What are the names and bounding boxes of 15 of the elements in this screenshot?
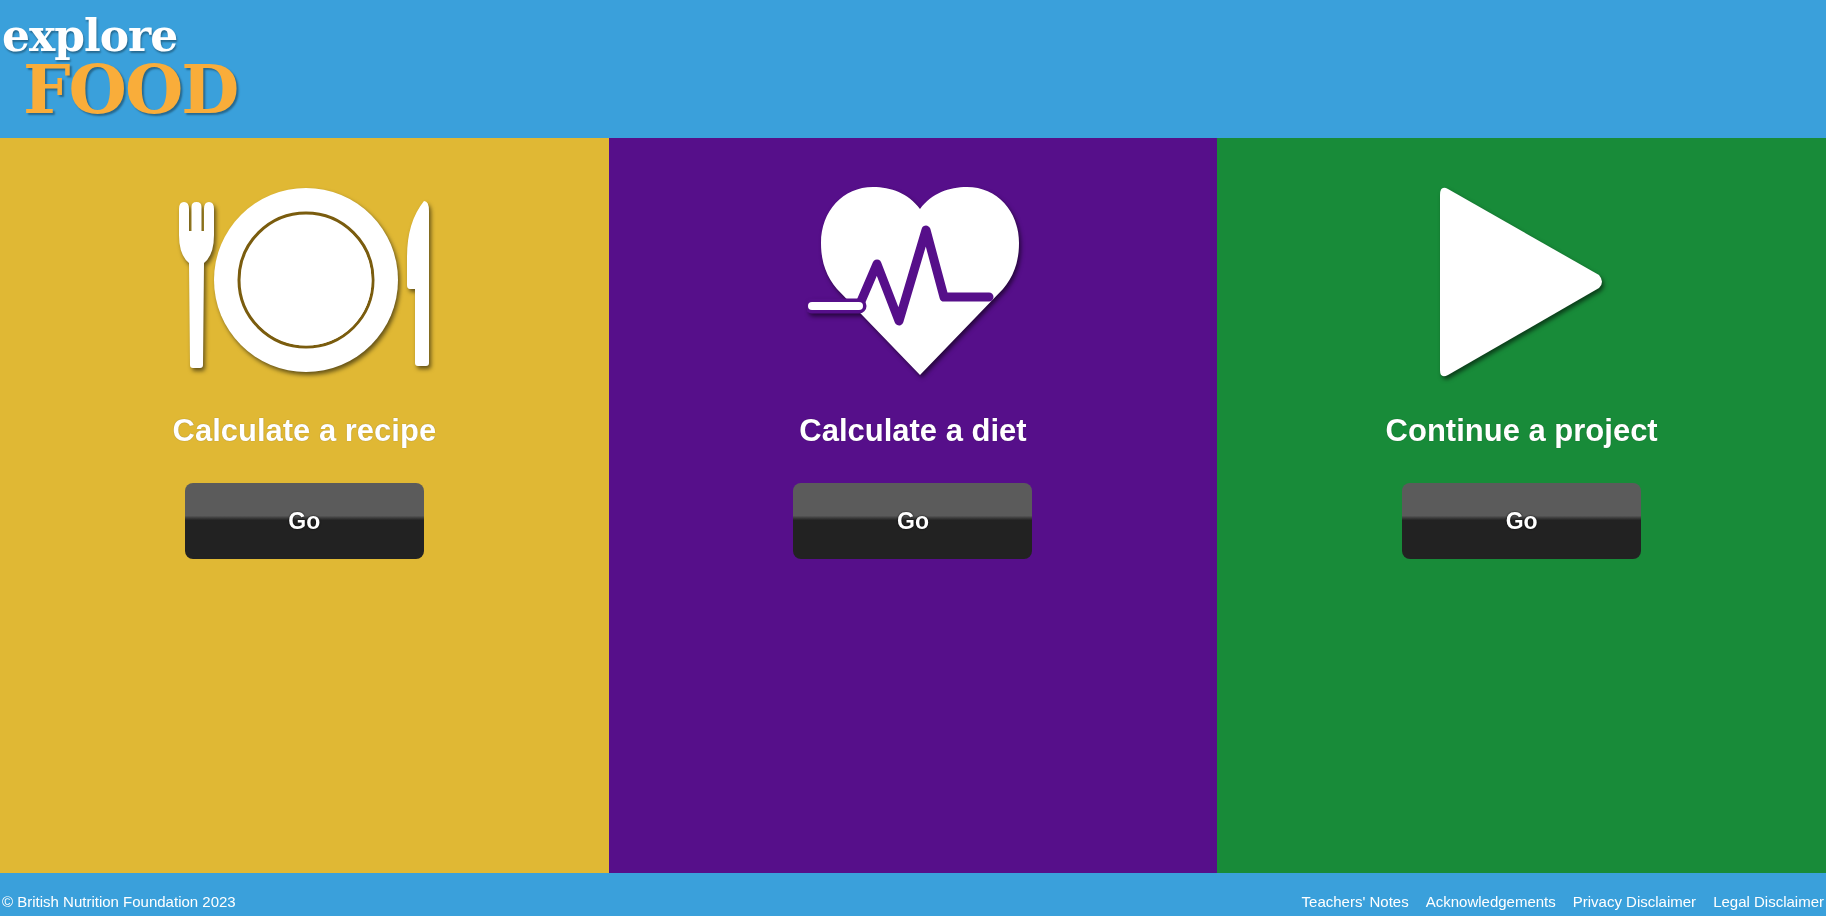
go-button[interactable]: Go [184,483,424,560]
panel-title: Calculate a diet [799,412,1027,450]
play-icon [1438,187,1605,377]
go-button[interactable]: Go [793,483,1033,560]
panel-title: Calculate a recipe [172,412,437,450]
footer-link[interactable]: Acknowledgements [1425,893,1556,911]
go-button[interactable]: Go [1402,483,1642,560]
heart-pulse-icon [807,187,1019,375]
footer-link[interactable]: Legal Disclaimer [1713,893,1824,911]
footer-link[interactable]: Privacy Disclaimer [1572,893,1697,911]
plate-and-cutlery-icon [178,187,431,375]
panel-title: Continue a project [1385,412,1658,450]
logo-text: explore [2,14,179,58]
copyright-text: © British Nutrition Foundation 2023 [2,893,236,911]
footer-link[interactable]: Teachers' Notes [1301,893,1409,911]
